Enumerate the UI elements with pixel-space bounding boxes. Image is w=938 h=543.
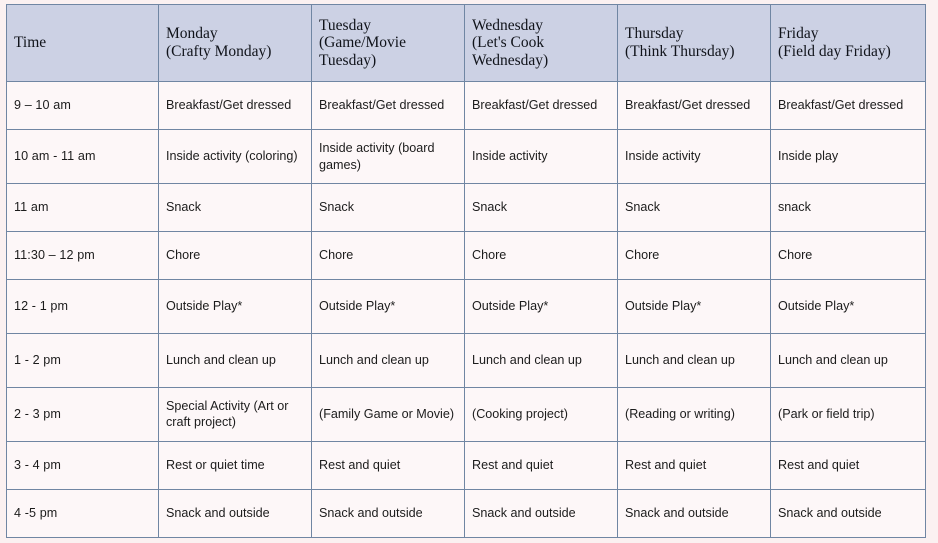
column-header-friday-name: Friday: [778, 25, 819, 43]
column-header-wednesday: Wednesday (Let's Cook Wednesday): [464, 4, 618, 82]
activity-cell-tuesday: Snack and outside: [311, 488, 465, 539]
activity-cell-wednesday: Lunch and clean up: [464, 333, 618, 388]
activity-cell-friday: Snack and outside: [770, 488, 926, 539]
column-header-tuesday-name: Tuesday: [319, 16, 371, 34]
activity-cell-thursday: Lunch and clean up: [617, 333, 771, 388]
activity-cell-wednesday: Inside activity: [464, 129, 618, 184]
activity-cell-monday: Snack: [158, 182, 312, 233]
time-slot-cell: 1 - 2 pm: [6, 333, 159, 388]
activity-cell-thursday: Outside Play*: [617, 279, 771, 335]
activity-cell-monday: Snack and outside: [158, 488, 312, 539]
activity-cell-friday: Rest and quiet: [770, 440, 926, 490]
table-row: 3 - 4 pm Rest or quiet time Rest and qui…: [6, 440, 926, 490]
activity-cell-wednesday: Snack: [464, 182, 618, 233]
weekly-schedule-container: Time Monday (Crafty Monday) Tuesday (Gam…: [6, 4, 926, 539]
activity-cell-tuesday: Breakfast/Get dressed: [311, 80, 465, 131]
column-header-time: Time: [6, 4, 159, 82]
column-header-friday: Friday (Field day Friday): [770, 4, 926, 82]
column-header-monday: Monday (Crafty Monday): [158, 4, 312, 82]
activity-cell-tuesday: Lunch and clean up: [311, 333, 465, 388]
activity-cell-friday: Chore: [770, 231, 926, 281]
activity-cell-wednesday: (Cooking project): [464, 386, 618, 442]
table-row: 12 - 1 pm Outside Play* Outside Play* Ou…: [6, 279, 926, 335]
activity-cell-friday: Breakfast/Get dressed: [770, 80, 926, 131]
time-slot-cell: 3 - 4 pm: [6, 440, 159, 490]
column-header-thursday-theme: (Think Thursday): [625, 43, 735, 60]
activity-cell-tuesday: Inside activity (board games): [311, 129, 465, 184]
column-header-thursday-name: Thursday: [625, 25, 684, 43]
activity-cell-monday: Breakfast/Get dressed: [158, 80, 312, 131]
activity-cell-monday: Special Activity (Art or craft project): [158, 386, 312, 442]
activity-cell-wednesday: Snack and outside: [464, 488, 618, 539]
header-row: Time Monday (Crafty Monday) Tuesday (Gam…: [6, 4, 926, 82]
activity-cell-wednesday: Breakfast/Get dressed: [464, 80, 618, 131]
table-row: 2 - 3 pm Special Activity (Art or craft …: [6, 386, 926, 442]
activity-cell-tuesday: Snack: [311, 182, 465, 233]
column-header-wednesday-name: Wednesday: [472, 16, 544, 34]
activity-cell-thursday: Inside activity: [617, 129, 771, 184]
activity-cell-friday: Inside play: [770, 129, 926, 184]
activity-cell-monday: Outside Play*: [158, 279, 312, 335]
time-slot-cell: 9 – 10 am: [6, 80, 159, 131]
column-header-time-label: Time: [14, 34, 47, 52]
column-header-tuesday: Tuesday (Game/Movie Tuesday): [311, 4, 465, 82]
activity-cell-wednesday: Chore: [464, 231, 618, 281]
table-header: Time Monday (Crafty Monday) Tuesday (Gam…: [6, 4, 926, 82]
activity-cell-thursday: Breakfast/Get dressed: [617, 80, 771, 131]
activity-cell-thursday: (Reading or writing): [617, 386, 771, 442]
activity-cell-monday: Rest or quiet time: [158, 440, 312, 490]
time-slot-cell: 4 -5 pm: [6, 488, 159, 539]
activity-cell-thursday: Rest and quiet: [617, 440, 771, 490]
weekly-schedule-table: Time Monday (Crafty Monday) Tuesday (Gam…: [6, 4, 926, 539]
activity-cell-friday: Outside Play*: [770, 279, 926, 335]
activity-cell-monday: Lunch and clean up: [158, 333, 312, 388]
activity-cell-thursday: Snack: [617, 182, 771, 233]
column-header-wednesday-theme: (Let's Cook Wednesday): [472, 34, 549, 69]
time-slot-cell: 11 am: [6, 182, 159, 233]
table-body: 9 – 10 am Breakfast/Get dressed Breakfas…: [6, 80, 926, 539]
activity-cell-tuesday: Rest and quiet: [311, 440, 465, 490]
column-header-thursday: Thursday (Think Thursday): [617, 4, 771, 82]
activity-cell-monday: Chore: [158, 231, 312, 281]
activity-cell-monday: Inside activity (coloring): [158, 129, 312, 184]
column-header-friday-theme: (Field day Friday): [778, 43, 891, 60]
time-slot-cell: 11:30 – 12 pm: [6, 231, 159, 281]
activity-cell-friday: Lunch and clean up: [770, 333, 926, 388]
column-header-tuesday-theme: (Game/Movie Tuesday): [319, 34, 406, 69]
column-header-monday-theme: (Crafty Monday): [166, 43, 272, 60]
table-row: 10 am - 11 am Inside activity (coloring)…: [6, 129, 926, 184]
table-row: 11:30 – 12 pm Chore Chore Chore Chore Ch…: [6, 231, 926, 281]
activity-cell-thursday: Snack and outside: [617, 488, 771, 539]
activity-cell-wednesday: Outside Play*: [464, 279, 618, 335]
activity-cell-wednesday: Rest and quiet: [464, 440, 618, 490]
table-row: 11 am Snack Snack Snack Snack snack: [6, 182, 926, 233]
activity-cell-tuesday: Outside Play*: [311, 279, 465, 335]
time-slot-cell: 2 - 3 pm: [6, 386, 159, 442]
time-slot-cell: 12 - 1 pm: [6, 279, 159, 335]
table-row: 4 -5 pm Snack and outside Snack and outs…: [6, 488, 926, 539]
activity-cell-tuesday: (Family Game or Movie): [311, 386, 465, 442]
table-row: 9 – 10 am Breakfast/Get dressed Breakfas…: [6, 80, 926, 131]
activity-cell-tuesday: Chore: [311, 231, 465, 281]
activity-cell-friday: snack: [770, 182, 926, 233]
activity-cell-thursday: Chore: [617, 231, 771, 281]
table-row: 1 - 2 pm Lunch and clean up Lunch and cl…: [6, 333, 926, 388]
column-header-monday-name: Monday: [166, 25, 218, 43]
time-slot-cell: 10 am - 11 am: [6, 129, 159, 184]
activity-cell-friday: (Park or field trip): [770, 386, 926, 442]
